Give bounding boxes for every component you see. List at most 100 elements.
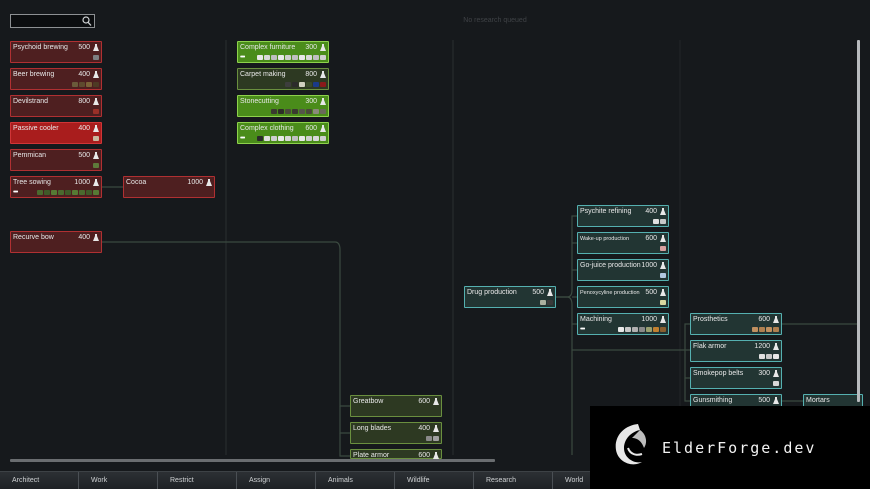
research-flask-icon [660,235,666,242]
research-project-tree-sowing[interactable]: Tree sowing 1000 ••• [10,176,102,198]
project-cost: 500 [645,289,657,296]
project-name: Wake-up production [580,236,630,242]
project-cost: 400 [418,425,430,432]
research-project-psychoid-brewing[interactable]: Psychoid brewing 500 [10,41,102,63]
research-flask-icon [433,452,439,459]
unlock-thing-icon [433,436,439,441]
unlock-thing-icon [292,136,298,141]
unlock-thing-icon [79,82,85,87]
research-project-devilstrand[interactable]: Devilstrand 800 [10,95,102,117]
unlock-icons [13,134,99,141]
tab-animals[interactable]: Animals [316,472,395,489]
research-project-recurve-bow[interactable]: Recurve bow 400 [10,231,102,253]
project-name: Recurve bow [13,234,54,241]
unlock-thing-icon [264,136,270,141]
research-flask-icon [320,71,326,78]
project-name: Beer brewing [13,71,55,78]
unlock-thing-icon [285,82,291,87]
research-project-stonecutting[interactable]: Stonecutting 300 [237,95,329,117]
unlock-thing-icon [752,327,758,332]
more-unlocks-icon: ••• [580,326,585,333]
unlock-icons [580,217,666,224]
unlock-icons [13,161,99,168]
unlock-thing-icon [773,354,779,359]
project-name: Tree sowing [13,179,51,186]
unlock-icons [353,434,439,441]
unlock-thing-icon [773,381,779,386]
research-project-drug-production[interactable]: Drug production 500 [464,286,556,308]
search-icon [82,16,92,26]
research-project-cocoa[interactable]: Cocoa 1000 [123,176,215,198]
research-project-carpet-making[interactable]: Carpet making 800 [237,68,329,90]
research-flask-icon [660,316,666,323]
project-cost: 300 [758,370,770,377]
unlock-thing-icon [766,327,772,332]
project-cost: 600 [418,452,430,459]
tab-work[interactable]: Work [79,472,158,489]
research-project-go-juice-production[interactable]: Go-juice production 1000 [577,259,669,281]
research-flask-icon [773,316,779,323]
research-flask-icon [93,234,99,241]
tab-architect[interactable]: Architect [0,472,79,489]
project-name: Plate armor [353,452,390,459]
research-project-complex-clothing[interactable]: Complex clothing 600 ••• [237,122,329,144]
unlock-thing-icon [299,82,305,87]
research-project-smokepop-belts[interactable]: Smokepop belts 300 [690,367,782,389]
tab-restrict[interactable]: Restrict [158,472,237,489]
research-project-wake-up-production[interactable]: Wake-up production 600 [577,232,669,254]
research-project-long-blades[interactable]: Long blades 400 [350,422,442,444]
research-project-beer-brewing[interactable]: Beer brewing 400 [10,68,102,90]
horizontal-scrollbar[interactable] [10,459,495,462]
project-cost: 600 [418,398,430,405]
unlock-thing-icon [426,436,432,441]
research-project-greatbow[interactable]: Greatbow 600 [350,395,442,417]
project-name: Complex furniture [240,44,296,51]
vertical-scrollbar[interactable] [857,40,860,402]
research-project-plate-armor[interactable]: Plate armor 600 [350,449,442,459]
research-flask-icon [206,179,212,186]
unlock-thing-icon [271,55,277,60]
research-flask-icon [433,398,439,405]
tab-assign[interactable]: Assign [237,472,316,489]
unlock-thing-icon [93,190,99,195]
unlock-thing-icon [86,190,92,195]
research-flask-icon [773,397,779,404]
unlock-thing-icon [639,327,645,332]
unlock-icons [240,107,326,114]
research-project-flak-armor[interactable]: Flak armor 1200 [690,340,782,362]
research-project-complex-furniture[interactable]: Complex furniture 300 ••• [237,41,329,63]
project-cost: 500 [78,152,90,159]
search-box[interactable] [10,14,95,28]
research-project-passive-cooler[interactable]: Passive cooler 400 [10,122,102,144]
project-cost: 400 [78,234,90,241]
tab-research[interactable]: Research [474,472,553,489]
research-project-psychite-refining[interactable]: Psychite refining 400 [577,205,669,227]
unlock-icons: ••• [240,134,326,142]
unlock-icons [13,107,99,114]
research-project-machining[interactable]: Machining 1000 ••• [577,313,669,335]
more-unlocks-icon: ••• [240,135,245,142]
unlock-thing-icon [299,109,305,114]
unlock-thing-icon [278,136,284,141]
unlock-thing-icon [540,300,546,305]
project-name: Stonecutting [240,98,279,105]
research-project-pemmican[interactable]: Pemmican 500 [10,149,102,171]
unlock-thing-icon [660,300,666,305]
research-flask-icon [93,152,99,159]
project-cost: 400 [78,71,90,78]
unlock-thing-icon [271,136,277,141]
research-project-penoxycyline-production[interactable]: Penoxycyline production 500 [577,286,669,308]
unlock-icons [693,325,779,332]
project-name: Complex clothing [240,125,294,132]
unlock-thing-icon [285,136,291,141]
unlock-thing-icon [306,109,312,114]
unlock-thing-icon [278,55,284,60]
research-screen: No research queued Psychoid brewing 500 Be… [0,0,870,489]
unlock-thing-icon [257,136,263,141]
tab-wildlife[interactable]: Wildlife [395,472,474,489]
research-flask-icon [93,71,99,78]
unlock-thing-icon [547,300,553,305]
research-project-prosthetics[interactable]: Prosthetics 600 [690,313,782,335]
project-name: Psychoid brewing [13,44,68,51]
unlock-thing-icon [313,109,319,114]
